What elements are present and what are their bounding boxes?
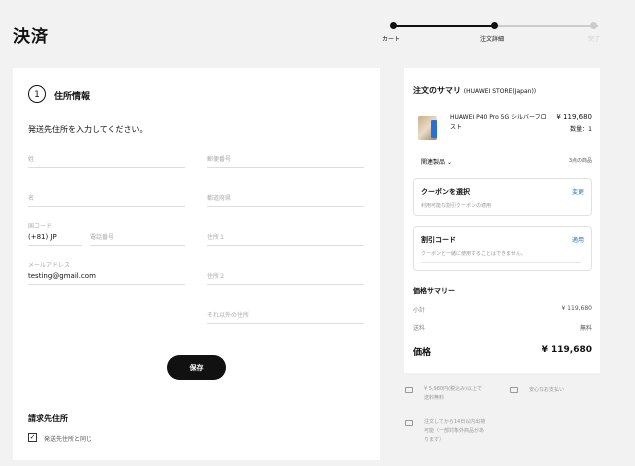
free-shipping-info: ¥ 5,980円(税込み)以上で 送料無料 xyxy=(424,385,482,403)
subtotal-label: 小計 xyxy=(413,307,426,314)
chevron-down-icon: ⌄ xyxy=(446,159,452,166)
stepper-remaining xyxy=(494,25,598,27)
discount-description: クーポンと一緒に使用することはできません。 xyxy=(421,251,526,257)
product-quantity: 数量：1 xyxy=(570,126,592,133)
discount-code-input[interactable] xyxy=(421,262,581,263)
country-code-select[interactable]: 国コード (+81) JP xyxy=(28,223,82,246)
order-summary-heading: 注文のサマリ xyxy=(413,86,461,95)
coupon-description: 利用可能な割引クーポンの適用 xyxy=(421,203,492,209)
phone-placeholder: 電話番号 xyxy=(90,234,115,241)
shipping-label: 送料 xyxy=(413,325,426,332)
coupon-title: クーポンを選択 xyxy=(421,188,470,196)
discount-code-title: 割引コード xyxy=(421,236,456,244)
subtotal-row: 小計 ¥ 119,680 xyxy=(413,305,592,314)
discount-apply-link[interactable]: 適用 xyxy=(572,235,584,244)
delivery-line1: 注文してから14日以内出荷 xyxy=(424,419,486,425)
product-price: ¥ 119,680 xyxy=(556,113,592,121)
truck-icon xyxy=(405,387,413,393)
step-number: 1 xyxy=(28,85,46,103)
page-title: 決済 xyxy=(13,27,49,47)
last-name-placeholder: 姓 xyxy=(28,156,35,163)
checkmark-icon: ✓ xyxy=(29,433,36,441)
address1-placeholder: 住所１ xyxy=(207,234,226,241)
order-summary-title: 注文のサマリ (HUAWEI STORE(Japan)) xyxy=(413,85,536,96)
shipping-row: 送料 無料 xyxy=(413,323,592,332)
first-name-field[interactable]: 名 xyxy=(28,191,185,207)
stepper-label-complete: 完了 xyxy=(588,36,601,43)
phone-field[interactable]: 電話番号 xyxy=(90,230,185,246)
product-name[interactable]: HUAWEI P40 Pro 5G シルバーフロスト xyxy=(450,113,550,133)
stepper-dot-cart xyxy=(390,22,397,29)
prefecture-placeholder: 都道府県 xyxy=(207,195,232,202)
postal-code-field[interactable]: 郵便番号 xyxy=(207,152,364,168)
stepper-label-cart: カート xyxy=(382,36,401,43)
address2-placeholder: 住所２ xyxy=(207,273,226,280)
address-section-title: 住所情報 xyxy=(54,92,91,102)
email-field[interactable]: メールアドレス testing@gmail.com xyxy=(28,262,185,285)
stepper-dot-details xyxy=(491,22,498,29)
coupon-change-link[interactable]: 変更 xyxy=(572,187,584,196)
discount-code-box: 割引コード 適用 クーポンと一緒に使用することはできません。 xyxy=(413,226,592,271)
prefecture-field[interactable]: 都道府県 xyxy=(207,191,364,207)
same-as-shipping-label: 発送先住所と同じ xyxy=(44,436,93,443)
country-code-value: (+81) JP xyxy=(28,233,57,241)
delivery-line2: 可能（一部対象外商品があ xyxy=(424,428,485,434)
related-products-label: 関連製品 xyxy=(421,159,446,166)
other-address-placeholder: それ以外の住所 xyxy=(207,312,250,319)
address2-field[interactable]: 住所２ xyxy=(207,269,364,285)
other-address-field[interactable]: それ以外の住所 xyxy=(207,308,364,324)
same-as-shipping-checkbox[interactable]: ✓ xyxy=(28,433,37,442)
price-summary-title: 価格サマリー xyxy=(413,287,455,295)
address1-field[interactable]: 住所１ xyxy=(207,230,364,246)
product-image-accessory xyxy=(431,120,437,138)
total-row: 価格 ¥ 119,680 xyxy=(413,345,592,358)
card-icon xyxy=(510,387,518,393)
delivery-line3: ります） xyxy=(424,437,445,443)
postal-code-placeholder: 郵便番号 xyxy=(207,156,232,163)
free-shipping-line1: ¥ 5,980円(税込み)以上で xyxy=(424,386,482,392)
coupon-box: クーポンを選択 変更 利用可能な割引クーポンの適用 xyxy=(413,178,592,216)
email-value: testing@gmail.com xyxy=(28,272,96,280)
free-shipping-line2: 送料無料 xyxy=(424,395,445,401)
secure-payment-info: 安心なお支払い xyxy=(529,387,565,393)
stepper-label-details: 注文詳細 xyxy=(480,36,505,43)
last-name-field[interactable]: 姓 xyxy=(28,152,185,168)
checkout-stepper: カート 注文詳細 完了 xyxy=(382,20,601,44)
billing-address-title: 請求先住所 xyxy=(28,414,68,423)
first-name-placeholder: 名 xyxy=(28,195,35,202)
address-instruction: 発送先住所を入力してください。 xyxy=(28,125,148,134)
country-code-label: 国コード xyxy=(28,223,53,230)
email-label: メールアドレス xyxy=(28,262,71,269)
shipping-value: 無料 xyxy=(579,325,592,332)
stepper-progress xyxy=(392,25,494,27)
total-value: ¥ 119,680 xyxy=(541,345,592,355)
calendar-icon xyxy=(405,420,413,426)
save-button[interactable]: 保存 xyxy=(167,355,226,380)
address-panel: 1 住所情報 発送先住所を入力してください。 姓 郵便番号 名 都道府県 国コー… xyxy=(13,68,380,460)
related-products-count: 3点の商品 xyxy=(568,158,592,164)
subtotal-value: ¥ 119,680 xyxy=(561,305,592,312)
delivery-info: 注文してから14日以内出荷 可能（一部対象外商品があ ります） xyxy=(424,418,485,445)
order-summary-panel: 注文のサマリ (HUAWEI STORE(Japan)) HUAWEI P40 … xyxy=(404,68,600,373)
related-products-toggle[interactable]: 関連製品 ⌄ xyxy=(421,157,452,166)
store-name: (HUAWEI STORE(Japan)) xyxy=(463,88,537,95)
total-label: 価格 xyxy=(413,348,432,358)
stepper-dot-complete xyxy=(590,22,597,29)
